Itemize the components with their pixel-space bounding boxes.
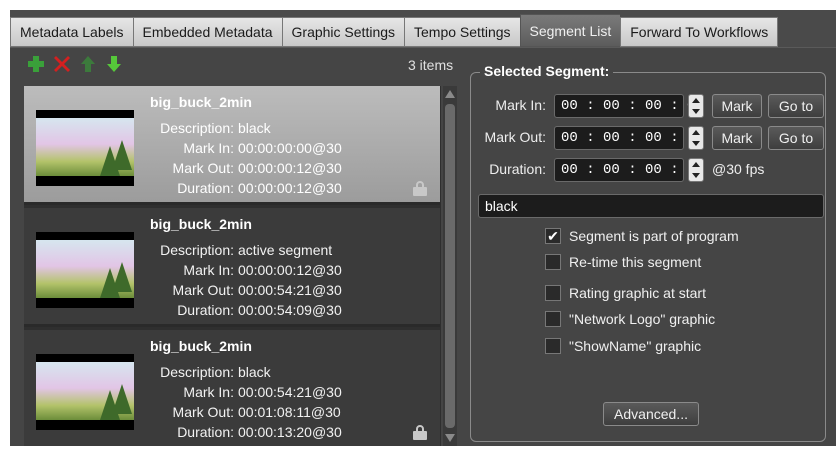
description-field[interactable]: black — [478, 194, 824, 218]
delete-icon[interactable] — [52, 54, 72, 74]
segment-description: Description: black — [160, 120, 271, 136]
mark-out-label: Mark Out: — [484, 129, 546, 145]
duration-label: Duration: — [489, 161, 546, 177]
mark-in-goto-button[interactable]: Go to — [768, 94, 824, 118]
segment-mark-out: Mark Out: 00:00:00:12@30 — [172, 160, 342, 176]
checkbox-network-logo[interactable]: "Network Logo" graphic — [545, 311, 715, 327]
lock-icon — [412, 425, 428, 440]
mark-in-field[interactable]: 00 : 00 : 00 : 00 — [554, 94, 704, 118]
selected-segment-title: Selected Segment: — [480, 63, 614, 79]
segment-thumbnail — [36, 232, 134, 308]
checkbox[interactable]: ✔ — [545, 228, 561, 244]
segment-thumbnail — [36, 110, 134, 186]
scrollbar-thumb[interactable] — [445, 104, 455, 428]
tab-embedded-metadata[interactable]: Embedded Metadata — [132, 17, 282, 47]
scroll-up-icon[interactable] — [445, 90, 455, 98]
tab-tempo-settings[interactable]: Tempo Settings — [404, 17, 520, 47]
duration-field[interactable]: 00 : 00 : 00 : 12 — [554, 158, 704, 182]
segment-list[interactable]: big_buck_2min Description: black Mark In:… — [24, 86, 441, 446]
tab-content: 3 items big_buck_2min Description: black … — [10, 47, 836, 446]
checkbox-label: Rating graphic at start — [569, 285, 706, 301]
checkbox[interactable] — [545, 311, 561, 327]
tab-bar: Metadata Labels Embedded Metadata Graphi… — [10, 13, 779, 47]
tab-segment-list[interactable]: Segment List — [519, 14, 621, 47]
segment-title: big_buck_2min — [150, 338, 252, 354]
move-down-icon[interactable] — [104, 54, 124, 74]
checkbox-retime-segment[interactable]: Re-time this segment — [545, 254, 701, 270]
segment-description: Description: black — [160, 364, 271, 380]
segment-mark-in: Mark In: 00:00:54:21@30 — [183, 384, 342, 400]
checkbox[interactable] — [545, 254, 561, 270]
segment-mark-out: Mark Out: 00:01:08:11@30 — [172, 404, 341, 420]
segment-duration: Duration: 00:00:13:20@30 — [177, 424, 342, 440]
scroll-down-icon[interactable] — [445, 434, 455, 442]
mark-in-mark-button[interactable]: Mark — [712, 94, 762, 118]
fps-label: @30 fps — [712, 161, 765, 177]
list-scrollbar[interactable] — [443, 86, 457, 446]
list-item[interactable]: big_buck_2min Description: black Mark In:… — [24, 330, 440, 446]
checkbox[interactable] — [545, 285, 561, 301]
checkbox-segment-part-of-program[interactable]: ✔ Segment is part of program — [545, 228, 739, 244]
item-count: 3 items — [408, 57, 454, 73]
mark-in-stepper[interactable] — [688, 94, 704, 118]
segment-description: Description: active segment — [160, 242, 333, 258]
mark-out-mark-button[interactable]: Mark — [712, 126, 762, 150]
tab-forward-to-workflows[interactable]: Forward To Workflows — [620, 17, 779, 47]
list-item[interactable]: big_buck_2min Description: black Mark In:… — [24, 86, 440, 205]
mark-out-stepper[interactable] — [688, 126, 704, 150]
segment-duration: Duration: 00:00:54:09@30 — [177, 302, 342, 318]
checkbox[interactable] — [545, 338, 561, 354]
mark-in-label: Mark In: — [495, 97, 546, 113]
segment-thumbnail — [36, 354, 134, 430]
mark-out-goto-button[interactable]: Go to — [768, 126, 824, 150]
checkbox-label: "ShowName" graphic — [569, 338, 702, 354]
segment-list-window: Metadata Labels Embedded Metadata Graphi… — [10, 10, 836, 446]
move-up-icon[interactable] — [78, 54, 98, 74]
list-item[interactable]: big_buck_2min Description: active segment… — [24, 208, 440, 327]
checkbox-showname[interactable]: "ShowName" graphic — [545, 338, 701, 354]
tab-graphic-settings[interactable]: Graphic Settings — [281, 17, 405, 47]
checkbox-label: Segment is part of program — [569, 228, 739, 244]
segment-duration: Duration: 00:00:00:12@30 — [177, 180, 342, 196]
segment-title: big_buck_2min — [150, 216, 252, 232]
checkbox-rating-graphic[interactable]: Rating graphic at start — [545, 285, 706, 301]
tab-metadata-labels[interactable]: Metadata Labels — [10, 17, 133, 47]
list-toolbar — [26, 54, 124, 74]
add-icon[interactable] — [26, 54, 46, 74]
checkbox-label: "Network Logo" graphic — [569, 311, 716, 327]
duration-stepper[interactable] — [688, 158, 704, 182]
advanced-button[interactable]: Advanced... — [603, 402, 699, 426]
lock-icon — [412, 181, 428, 196]
segment-mark-in: Mark In: 00:00:00:12@30 — [183, 262, 342, 278]
checkbox-label: Re-time this segment — [569, 254, 702, 270]
segment-mark-out: Mark Out: 00:00:54:21@30 — [172, 282, 342, 298]
segment-title: big_buck_2min — [150, 94, 252, 110]
mark-out-field[interactable]: 00 : 00 : 00 : 12 — [554, 126, 704, 150]
segment-mark-in: Mark In: 00:00:00:00@30 — [183, 140, 342, 156]
